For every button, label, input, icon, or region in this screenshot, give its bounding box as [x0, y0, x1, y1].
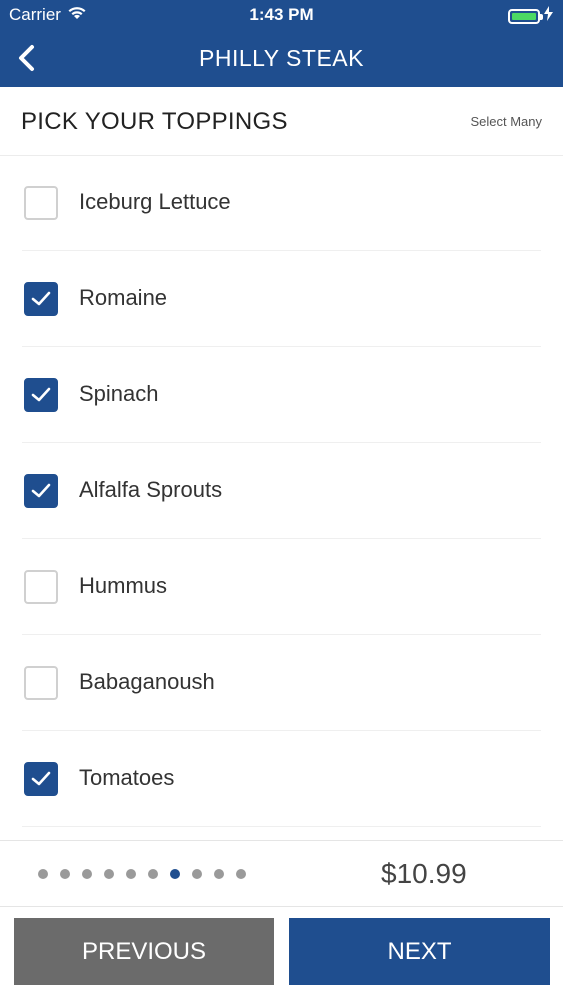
topping-checkbox[interactable] [24, 282, 58, 316]
topping-checkbox[interactable] [24, 474, 58, 508]
section-title: PICK YOUR TOPPINGS [21, 108, 288, 135]
page-dot [60, 869, 70, 879]
topping-row[interactable]: Alfalfa Sprouts [22, 443, 541, 539]
topping-label: Tomatoes [79, 765, 175, 790]
topping-checkbox[interactable] [24, 666, 58, 700]
page-dot [104, 869, 114, 879]
toppings-list: Iceburg Lettuce Romaine Spinach Alfalfa Spr… [0, 155, 563, 840]
page-dot [236, 869, 246, 879]
footer-bar: $10.99 [0, 840, 563, 907]
topping-label: Hummus [79, 573, 168, 598]
topping-checkbox[interactable] [24, 570, 58, 604]
price-label: $10.99 [381, 858, 467, 889]
topping-row[interactable]: Iceburg Lettuce [22, 155, 541, 251]
previous-button-label: PREVIOUS [81, 937, 207, 965]
nav-bar: PHILLY STEAK [0, 30, 563, 87]
charging-bolt-icon [544, 6, 553, 26]
topping-label: Iceburg Lettuce [79, 189, 231, 214]
topping-checkbox[interactable] [24, 378, 58, 412]
topping-row[interactable]: Spinach [22, 347, 541, 443]
page-dot [126, 869, 136, 879]
page-dot [148, 869, 158, 879]
topping-checkbox[interactable] [24, 762, 58, 796]
status-bar: Carrier 1:43 PM [0, 0, 563, 30]
page-dot-active [170, 869, 180, 879]
page-dot [214, 869, 224, 879]
topping-row[interactable]: Hummus [22, 539, 541, 635]
previous-button[interactable]: PREVIOUS [14, 918, 274, 985]
page-indicator [38, 869, 246, 879]
page-title: PHILLY STEAK [199, 45, 364, 71]
page-dot [192, 869, 202, 879]
battery-group [508, 6, 553, 26]
battery-icon [508, 8, 543, 24]
next-button-label: NEXT [387, 937, 452, 965]
next-button[interactable]: NEXT [289, 918, 550, 985]
topping-label: Alfalfa Sprouts [79, 477, 223, 502]
top-bar: Carrier 1:43 PM PHILLY STEAK [0, 0, 563, 87]
section-header: PICK YOUR TOPPINGS Select Many [0, 87, 563, 156]
status-time: 1:43 PM [249, 5, 314, 24]
topping-row[interactable]: Babaganoush [22, 635, 541, 731]
topping-label: Romaine [79, 285, 168, 310]
topping-row[interactable]: Romaine [22, 251, 541, 347]
topping-label: Spinach [79, 381, 159, 406]
topping-label: Babaganoush [79, 669, 215, 694]
page-dot [38, 869, 48, 879]
page-dot [82, 869, 92, 879]
selection-hint: Select Many [470, 114, 542, 129]
topping-checkbox[interactable] [24, 186, 58, 220]
topping-row[interactable]: Tomatoes [22, 731, 541, 827]
